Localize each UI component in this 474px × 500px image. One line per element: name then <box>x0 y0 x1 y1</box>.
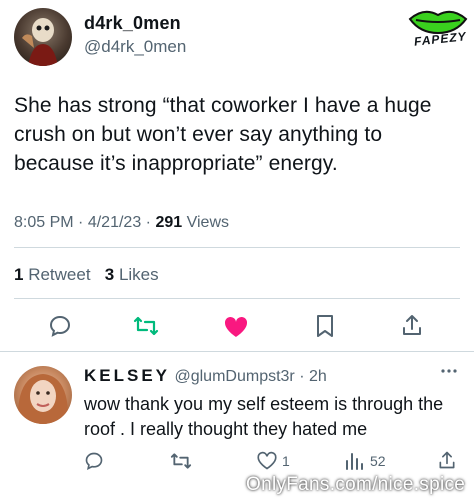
divider <box>14 298 460 299</box>
reply-text: wow thank you my self esteem is through … <box>84 394 444 439</box>
retweet-icon[interactable] <box>170 451 192 471</box>
tweet-meta: 8:05 PM · 4/21/23 · 291 Views <box>14 214 229 231</box>
heart-icon[interactable] <box>256 451 278 471</box>
retweet-icon[interactable] <box>133 314 159 338</box>
reply-timestamp[interactable]: 2h <box>309 368 327 385</box>
watermark: OnlyFans.com/nice.spice <box>246 474 466 495</box>
tweet-text: She has strong “that coworker I have a h… <box>14 94 432 175</box>
tweet-date[interactable]: 4/21/23 <box>88 214 141 231</box>
retweets-label[interactable]: Retweet <box>28 265 90 284</box>
views-label: Views <box>186 214 229 231</box>
retweets-count[interactable]: 1 <box>14 265 23 284</box>
reply-author-name[interactable]: KELSEY <box>84 366 170 385</box>
author-handle[interactable]: @d4rk_0men <box>84 37 186 57</box>
divider <box>0 351 474 352</box>
reply-likes-count: 1 <box>282 453 290 469</box>
reply-icon[interactable] <box>84 451 104 471</box>
reply-header: KELSEY @glumDumpst3r · 2h <box>84 366 327 385</box>
reply-views-count: 52 <box>370 453 386 469</box>
tweet-stats: 1 Retweet 3 Likes <box>14 265 159 285</box>
share-icon[interactable] <box>437 450 457 470</box>
more-icon[interactable] <box>440 368 458 374</box>
fapezy-logo: FAPEZY <box>404 3 472 49</box>
share-icon[interactable] <box>400 313 424 337</box>
likes-count[interactable]: 3 <box>105 265 114 284</box>
reply-icon[interactable] <box>48 314 72 338</box>
author-avatar[interactable] <box>14 8 72 66</box>
divider <box>14 247 460 248</box>
bookmark-icon[interactable] <box>314 314 336 338</box>
likes-label[interactable]: Likes <box>119 265 159 284</box>
reply-author-handle[interactable]: @glumDumpst3r <box>174 368 294 385</box>
views-count: 291 <box>155 214 183 231</box>
tweet-time[interactable]: 8:05 PM <box>14 214 74 231</box>
heart-icon[interactable] <box>223 315 249 339</box>
views-icon[interactable] <box>344 451 364 471</box>
author-name[interactable]: d4rk_0men <box>84 13 181 34</box>
reply-avatar[interactable] <box>14 366 72 424</box>
